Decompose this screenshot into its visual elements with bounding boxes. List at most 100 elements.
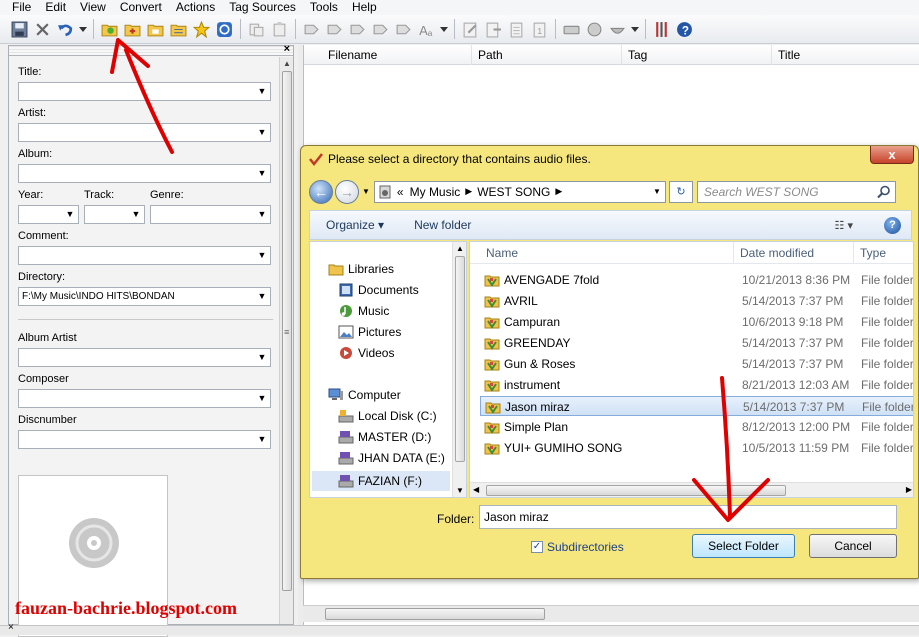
- case-conversion-button[interactable]: Aa: [415, 18, 437, 40]
- scroll-up-icon[interactable]: ▲: [456, 244, 464, 253]
- menu-help[interactable]: Help: [352, 0, 377, 15]
- panel-grip[interactable]: ×: [9, 43, 293, 56]
- scroll-thumb[interactable]: [455, 256, 465, 462]
- tag-tag-button[interactable]: [392, 18, 414, 40]
- chevron-down-icon[interactable]: ▼: [64, 206, 76, 223]
- save-button[interactable]: [8, 18, 30, 40]
- case-dropdown[interactable]: [438, 18, 449, 40]
- genre-field[interactable]: ▼: [150, 205, 271, 224]
- select-folder-button[interactable]: Select Folder: [692, 534, 795, 558]
- scroll-left-icon[interactable]: ◀: [473, 485, 479, 494]
- refresh-button[interactable]: ↻: [668, 180, 693, 203]
- album-field[interactable]: ▼: [18, 164, 271, 183]
- web-sources-button[interactable]: [583, 18, 605, 40]
- export-button[interactable]: [482, 18, 504, 40]
- chevron-down-icon[interactable]: ▼: [256, 124, 268, 141]
- nav-music[interactable]: Music: [338, 304, 389, 318]
- comment-field[interactable]: ▼: [18, 246, 271, 265]
- change-directory-button[interactable]: [98, 18, 120, 40]
- menu-tools[interactable]: Tools: [310, 0, 338, 15]
- folder-row[interactable]: Jason miraz 5/14/2013 7:37 PM File folder: [480, 396, 913, 416]
- favorite-directory-button[interactable]: [144, 18, 166, 40]
- chevron-down-icon[interactable]: ▼: [256, 349, 268, 366]
- scroll-thumb[interactable]: [325, 608, 545, 620]
- file-list-hscrollbar[interactable]: [303, 605, 919, 622]
- recent-pages-dropdown[interactable]: ▼: [362, 187, 370, 196]
- directory-field[interactable]: F:\My Music\INDO HITS\BONDAN ▼: [18, 287, 271, 306]
- new-folder-button[interactable]: New folder: [414, 218, 471, 232]
- folder-field[interactable]: Jason miraz: [479, 505, 897, 529]
- nav-libraries[interactable]: Libraries: [328, 262, 394, 276]
- status-close-icon[interactable]: ×: [8, 622, 14, 633]
- column-date-modified[interactable]: Date modified: [734, 242, 854, 264]
- tag-source-dropdown[interactable]: [629, 18, 640, 40]
- menu-actions[interactable]: Actions: [176, 0, 215, 15]
- column-path[interactable]: Path: [472, 45, 622, 65]
- folder-row[interactable]: instrument 8/21/2013 12:03 AM File folder: [480, 375, 913, 395]
- folder-row[interactable]: AVRIL 5/14/2013 7:37 PM File folder: [480, 291, 913, 311]
- cancel-button[interactable]: Cancel: [809, 534, 897, 558]
- add-directory-button[interactable]: [121, 18, 143, 40]
- menu-file[interactable]: File: [12, 0, 31, 15]
- title-field[interactable]: ▼: [18, 82, 271, 101]
- tag-panel-scrollbar[interactable]: ▲ ≡: [279, 57, 293, 624]
- tag-filename-button[interactable]: [300, 18, 322, 40]
- folder-row[interactable]: Gun & Roses 5/14/2013 7:37 PM File folder: [480, 354, 913, 374]
- nav-documents[interactable]: Documents: [338, 283, 419, 297]
- undo-dropdown[interactable]: [77, 18, 88, 40]
- folder-row[interactable]: Simple Plan 8/12/2013 12:00 PM File folder: [480, 417, 913, 437]
- help-icon[interactable]: ?: [884, 216, 901, 234]
- nav-computer[interactable]: Computer: [328, 388, 401, 402]
- tag-source-button[interactable]: [606, 18, 628, 40]
- breadcrumb[interactable]: « My Music ▶ WEST SONG ▶ ▼: [373, 180, 666, 203]
- nav-videos[interactable]: Videos: [338, 346, 394, 360]
- subdirectories-checkbox[interactable]: ✓ Subdirectories: [531, 540, 624, 554]
- nav-drive-e[interactable]: JHAN DATA (E:): [338, 451, 445, 465]
- undo-button[interactable]: [54, 18, 76, 40]
- album-artist-field[interactable]: ▼: [18, 348, 271, 367]
- nav-drive-c[interactable]: Local Disk (C:): [338, 409, 437, 423]
- filename-filename-button[interactable]: [346, 18, 368, 40]
- column-filename[interactable]: Filename: [322, 45, 472, 65]
- chevron-down-icon[interactable]: ▼: [256, 288, 268, 305]
- back-button[interactable]: ←: [309, 179, 333, 204]
- menu-view[interactable]: View: [80, 0, 106, 15]
- scroll-right-icon[interactable]: ▶: [906, 485, 912, 494]
- nav-pictures[interactable]: Pictures: [338, 325, 401, 339]
- about-button[interactable]: ?: [673, 18, 695, 40]
- favorites-button[interactable]: [190, 18, 212, 40]
- folder-row[interactable]: AVENGADE 7fold 10/21/2013 8:36 PM File fol…: [480, 270, 913, 290]
- panel-close-button[interactable]: ×: [284, 43, 290, 55]
- composer-field[interactable]: ▼: [18, 389, 271, 408]
- scroll-down-icon[interactable]: ▼: [456, 486, 464, 495]
- column-tag[interactable]: Tag: [622, 45, 772, 65]
- navigation-scrollbar[interactable]: ▲ ▼: [452, 242, 466, 497]
- filename-tag-button[interactable]: [323, 18, 345, 40]
- menu-tag-sources[interactable]: Tag Sources: [229, 0, 296, 15]
- chevron-down-icon[interactable]: ▼: [653, 187, 661, 196]
- folder-row[interactable]: YUI+ GUMIHO SONG 10/5/2013 11:59 PM File f…: [480, 438, 913, 458]
- refresh-button[interactable]: [213, 18, 235, 40]
- menu-edit[interactable]: Edit: [45, 0, 66, 15]
- folder-list-hscrollbar[interactable]: ◀ ▶: [470, 482, 913, 497]
- nav-drive-d[interactable]: MASTER (D:): [338, 430, 431, 444]
- checkbox-check-icon[interactable]: ✓: [531, 541, 543, 553]
- nav-drive-f[interactable]: FAZIAN (F:): [312, 471, 450, 491]
- discnumber-field[interactable]: ▼: [18, 430, 271, 449]
- chevron-down-icon[interactable]: ▼: [256, 390, 268, 407]
- scroll-thumb[interactable]: [486, 485, 786, 496]
- freedb-button[interactable]: [560, 18, 582, 40]
- dialog-close-button[interactable]: x: [870, 146, 914, 164]
- year-field[interactable]: ▼: [18, 205, 79, 224]
- options-button[interactable]: [650, 18, 672, 40]
- scroll-up-icon[interactable]: ▲: [283, 59, 291, 68]
- import-button[interactable]: [505, 18, 527, 40]
- paste-tag-button[interactable]: [268, 18, 290, 40]
- playlist-button[interactable]: 1: [528, 18, 550, 40]
- breadcrumb-overflow[interactable]: «: [397, 185, 404, 199]
- column-type[interactable]: Type: [854, 242, 913, 264]
- copy-tag-button[interactable]: [245, 18, 267, 40]
- track-field[interactable]: ▼: [84, 205, 145, 224]
- menu-convert[interactable]: Convert: [120, 0, 162, 15]
- column-name[interactable]: Name: [480, 242, 734, 264]
